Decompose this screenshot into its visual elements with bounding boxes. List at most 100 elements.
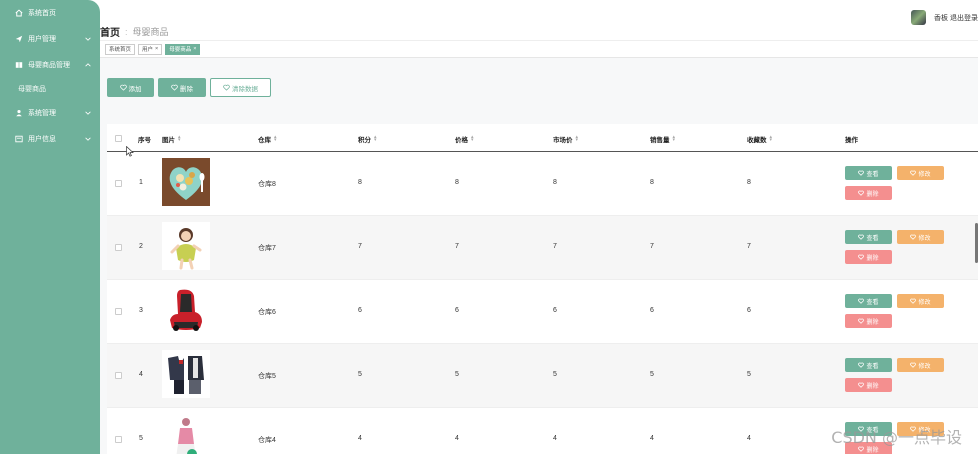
header: 首页 : 母婴商品 香板 退出登录	[100, 0, 978, 40]
heart-icon	[858, 190, 865, 196]
column-header-points[interactable]: 积分 ▴ ▾	[358, 134, 377, 145]
row-delete-button[interactable]: 删除	[845, 314, 892, 328]
edit-button[interactable]: 修改	[897, 358, 944, 372]
row-checkbox[interactable]	[115, 244, 122, 251]
sidebar-subitem-baby-goods[interactable]: 母婴商品	[0, 78, 100, 100]
cell-points: 4	[358, 435, 362, 442]
checkbox[interactable]	[115, 244, 122, 251]
row-checkbox[interactable]	[115, 372, 122, 379]
product-image	[162, 286, 210, 334]
checkbox[interactable]	[115, 135, 122, 142]
row-delete-button[interactable]: 删除	[845, 186, 892, 200]
row-delete-button[interactable]: 删除	[845, 250, 892, 264]
cell-sales: 7	[650, 243, 654, 250]
tag-user[interactable]: 用户 ×	[138, 43, 163, 55]
column-header-warehouse[interactable]: 仓库 ▴ ▾	[258, 134, 277, 145]
home-icon	[14, 9, 23, 18]
user-menu: 香板 退出登录	[911, 10, 978, 25]
heart-icon	[858, 170, 865, 176]
column-header-sales[interactable]: 销售量 ▴ ▾	[650, 134, 676, 145]
delete-button[interactable]: 删除	[158, 78, 206, 97]
tag-home[interactable]: 系统首页	[105, 43, 136, 55]
sort-icon[interactable]: ▴ ▾	[374, 135, 377, 143]
table-row: 3 仓库6 6 6 6 6 6 查看 修改 删除	[107, 280, 978, 344]
cell-warehouse: 仓库8	[258, 181, 276, 188]
avatar[interactable]	[911, 10, 926, 25]
column-header-market-price[interactable]: 市场价 ▴ ▾	[553, 134, 579, 145]
mouse-pointer-icon	[126, 146, 134, 157]
watermark: CSDN @一点毕设	[831, 428, 962, 447]
close-icon[interactable]: ×	[193, 46, 196, 52]
sidebar-item-label: 母婴商品管理	[28, 62, 70, 69]
view-button[interactable]: 查看	[845, 294, 892, 308]
edit-button[interactable]: 修改	[897, 166, 944, 180]
clear-data-button-label: 清除数据	[232, 85, 258, 93]
heart-icon	[910, 362, 917, 368]
breadcrumb-home[interactable]: 首页	[100, 24, 120, 39]
product-image	[162, 414, 210, 454]
card-icon	[14, 135, 23, 144]
heart-icon	[223, 84, 230, 91]
cell-warehouse: 仓库7	[258, 245, 276, 252]
sidebar-item-user-info[interactable]: 用户信息	[0, 126, 100, 152]
cell-favorites: 6	[747, 307, 751, 314]
send-icon	[14, 35, 23, 44]
row-checkbox[interactable]	[115, 180, 122, 187]
heart-icon	[858, 318, 865, 324]
cell-sales: 5	[650, 371, 654, 378]
column-header-index: 序号	[138, 137, 151, 144]
cell-market-price: 8	[553, 179, 557, 186]
cell-market-price: 5	[553, 371, 557, 378]
edit-button[interactable]: 修改	[897, 294, 944, 308]
sort-icon[interactable]: ▴ ▾	[471, 135, 474, 143]
cell-points: 8	[358, 179, 362, 186]
cell-price: 7	[455, 243, 459, 250]
clear-data-button[interactable]: 清除数据	[210, 78, 271, 97]
sidebar-item-users[interactable]: 用户管理	[0, 26, 100, 52]
delete-button-label: 删除	[180, 85, 193, 93]
column-header-price[interactable]: 价格 ▴ ▾	[455, 134, 474, 145]
cell-sales: 4	[650, 435, 654, 442]
sidebar-item-home[interactable]: 系统首页	[0, 0, 100, 26]
view-button[interactable]: 查看	[845, 358, 892, 372]
edit-button[interactable]: 修改	[897, 230, 944, 244]
cell-market-price: 4	[553, 435, 557, 442]
sort-icon[interactable]: ▴ ▾	[178, 135, 181, 143]
sidebar-item-baby-products[interactable]: 母婴商品管理	[0, 52, 100, 78]
cell-points: 7	[358, 243, 362, 250]
logout-link[interactable]: 退出登录	[950, 13, 978, 23]
tags-bar: 系统首页 用户 × 母婴商品 ×	[100, 40, 978, 58]
cell-sales: 8	[650, 179, 654, 186]
sidebar-item-label: 系统首页	[28, 10, 56, 17]
tag-label: 系统首页	[109, 47, 132, 53]
column-header-favorites[interactable]: 收藏数 ▴ ▾	[747, 134, 773, 145]
row-checkbox[interactable]	[115, 308, 122, 315]
close-icon[interactable]: ×	[155, 46, 158, 52]
checkbox[interactable]	[115, 180, 122, 187]
add-button[interactable]: 添加	[107, 78, 154, 97]
sidebar-item-label: 系统管理	[28, 110, 56, 117]
product-image	[162, 158, 210, 206]
table-header: 序号 图片 ▴ ▾ 仓库 ▴ ▾ 积分 ▴ ▾ 价格 ▴ ▾ 市场价 ▴ ▾ 销售量 ▴ ▾ 收藏数 ▴ ▾…	[107, 124, 978, 152]
view-button[interactable]: 查看	[845, 166, 892, 180]
cell-favorites: 5	[747, 371, 751, 378]
sort-icon[interactable]: ▴ ▾	[770, 135, 773, 143]
column-header-image[interactable]: 图片 ▴ ▾	[162, 134, 181, 145]
row-delete-button[interactable]: 删除	[845, 378, 892, 392]
cell-favorites: 4	[747, 435, 751, 442]
sort-icon[interactable]: ▴ ▾	[673, 135, 676, 143]
sidebar-item-system[interactable]: 系统管理	[0, 100, 100, 126]
tag-baby-goods[interactable]: 母婴商品 ×	[165, 43, 201, 55]
checkbox[interactable]	[115, 308, 122, 315]
select-all-checkbox[interactable]	[115, 135, 122, 142]
sort-icon[interactable]: ▴ ▾	[274, 135, 277, 143]
cell-warehouse: 仓库5	[258, 373, 276, 380]
view-button[interactable]: 查看	[845, 230, 892, 244]
row-checkbox[interactable]	[115, 436, 122, 443]
checkbox[interactable]	[115, 372, 122, 379]
sort-icon[interactable]: ▴ ▾	[576, 135, 579, 143]
checkbox[interactable]	[115, 436, 122, 443]
cell-points: 6	[358, 307, 362, 314]
heart-icon	[910, 170, 917, 176]
main-content: 添加 删除 清除数据 序号 图片 ▴ ▾ 仓库 ▴ ▾ 积分 ▴ ▾ 价格 ▴ ▾ 市场价 ▴ ▾ …	[100, 58, 978, 454]
